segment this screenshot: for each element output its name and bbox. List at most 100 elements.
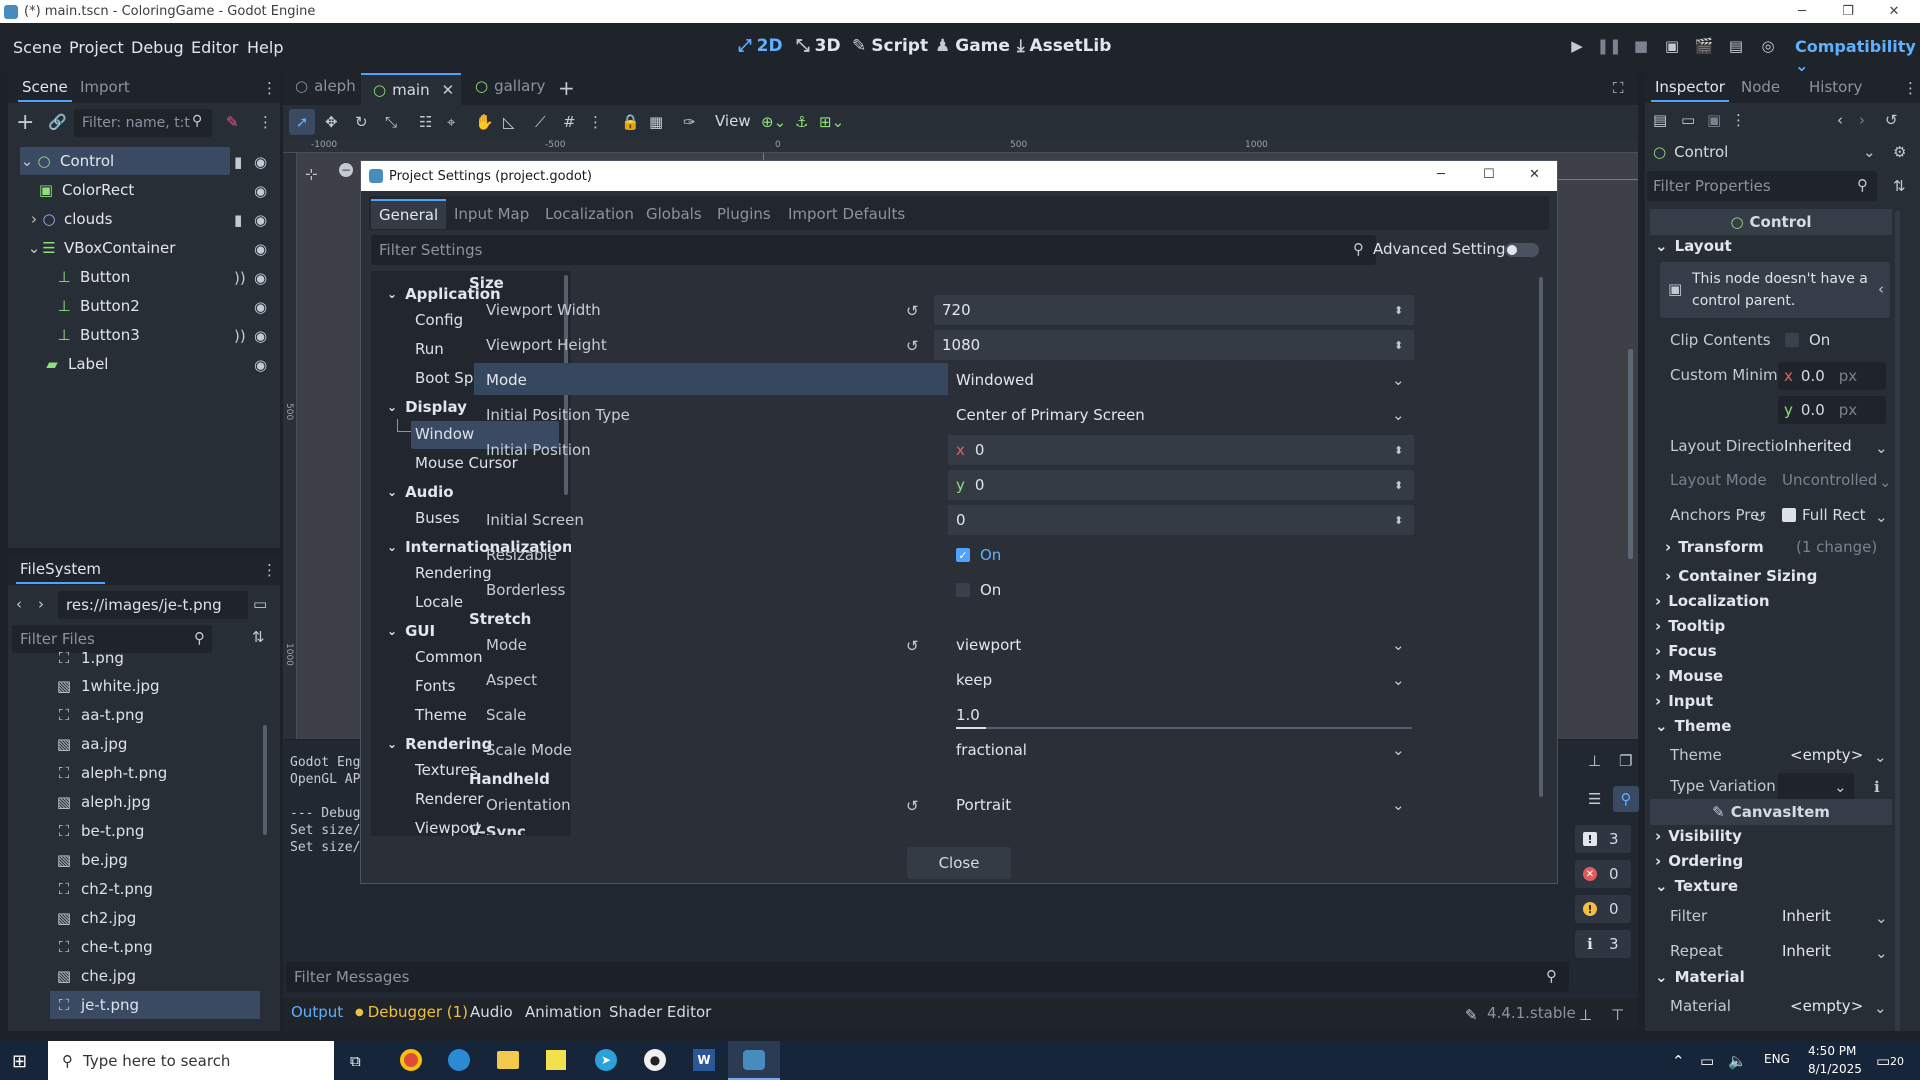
group-visibility[interactable]: › Visibility [1655,827,1742,845]
filter-messages-input[interactable]: Filter Messages ⚲ [286,962,1569,992]
add-node-icon[interactable]: + [16,110,34,135]
group-input[interactable]: › Input [1655,692,1713,710]
workspace-2d[interactable]: ⤢ 2D [738,36,783,56]
tree-row-button2[interactable]: ⊥ Button2 [56,292,236,320]
github-icon[interactable]: ● [644,1049,666,1071]
link-icon[interactable]: 🔗 [48,113,67,131]
open-resource-icon[interactable]: ▭ [1681,111,1695,129]
category-item[interactable]: Config [415,311,463,329]
scrollbar[interactable] [263,725,267,835]
distraction-free-icon[interactable]: ⛶ [1613,79,1624,97]
object-props-icon[interactable]: ⚙ [1893,143,1906,161]
back-icon[interactable]: ‹ [16,595,22,613]
filter-log-messages[interactable]: ℹ3 [1575,930,1631,958]
chevron-left-icon[interactable]: ‹ [1878,280,1884,298]
history-icon[interactable]: ↺ [1885,111,1898,129]
initial-screen-field[interactable]: 0 ⬍ [948,505,1414,535]
task-view-icon[interactable]: ⧉ [350,1052,361,1070]
orientation-select[interactable]: Portrait ⌄ [948,790,1414,820]
layout-mode-select[interactable]: Uncontrolled [1782,471,1877,489]
more-icon[interactable]: ⋮ [262,79,277,97]
category-display[interactable]: ⌄ Display [387,398,467,416]
anchor-icon[interactable]: ⚓ [795,113,808,131]
add-tab-icon[interactable]: + [558,76,575,100]
tab-scene[interactable]: Scene [18,78,72,102]
back-icon[interactable]: ‹ [1837,111,1843,129]
group-localization[interactable]: › Localization [1655,592,1770,610]
visibility-eye-icon[interactable]: ◉ [254,269,267,287]
custom-min-y-field[interactable]: y 0.0 px [1778,396,1886,424]
menu-editor[interactable]: Editor [191,38,238,57]
copy-icon[interactable]: ❐ [1619,752,1632,770]
category-item[interactable]: Theme [415,706,467,724]
play-custom-icon[interactable]: ▤ [1727,37,1745,55]
close-window-icon[interactable]: ✕ [1882,3,1906,19]
filter-files-input[interactable]: Filter Files ⚲ [12,625,212,653]
search-toggle-icon[interactable]: ⚲ [1613,786,1639,812]
notification-icon[interactable]: ▭ [1876,1052,1890,1070]
group-container-sizing[interactable]: › Container Sizing [1665,567,1817,585]
pause-icon[interactable]: ❚❚ [1596,37,1621,55]
advanced-settings-toggle[interactable] [1505,243,1539,257]
more-icon[interactable]: ⋮ [1903,79,1918,97]
initial-position-y-field[interactable]: y 0 ⬍ [948,470,1414,500]
category-item[interactable]: Run [415,340,444,358]
maximize-icon[interactable]: ☐ [1483,167,1495,182]
signal-icon[interactable]: )) [234,269,246,287]
movie-maker-icon[interactable]: ◎ [1759,37,1777,55]
pin-icon[interactable]: ⊥ [1579,1006,1592,1024]
category-audio[interactable]: ⌄ Audio [387,483,454,501]
lock-icon[interactable]: 🔒 [621,113,640,131]
sort-icon[interactable]: ⇅ [252,628,265,646]
scene-tab-aleph[interactable]: ○ aleph [295,77,356,95]
zoom-out-icon[interactable]: − [339,163,353,177]
file-item[interactable]: ▧ be.jpg [55,846,128,874]
remote-debug-icon[interactable]: ▣ [1663,37,1681,55]
scene-tab-gallary[interactable]: ○ gallary [475,77,545,95]
word-icon[interactable]: W [693,1049,715,1071]
script-icon[interactable]: ▮ [234,153,242,171]
language-indicator[interactable]: ENG [1764,1052,1790,1066]
menu-project[interactable]: Project [69,38,124,57]
mode-select[interactable]: Windowed ⌄ [948,365,1414,395]
smart-snap-icon[interactable]: ⟋ [535,113,546,131]
custom-min-x-field[interactable]: x 0.0 px [1778,362,1886,390]
type-variation-select[interactable]: ⌄ [1778,773,1854,801]
minimize-icon[interactable]: ─ [1790,3,1814,19]
list-select-icon[interactable]: ☷ [419,113,432,131]
more-icon[interactable]: ⋮ [588,113,603,131]
container-icon[interactable]: ⊞⌄ [819,113,844,131]
file-item[interactable]: ▧ aa.jpg [55,730,127,758]
tree-row-colorrect[interactable]: ▣ ColorRect [38,176,238,204]
file-item[interactable]: ⛶ che-t.png [55,933,153,961]
tree-row-vboxcontainer[interactable]: ⌄ ☰ VBoxContainer [28,234,228,262]
path-field[interactable]: res://images/je-t.png [58,591,248,619]
filter-settings-input[interactable]: Filter Settings ⚲ [371,235,1376,265]
group-layout[interactable]: ⌄ Layout [1655,237,1732,255]
category-item[interactable]: Buses [415,509,460,527]
node-selector[interactable]: ○ Control ⌄ [1649,139,1879,165]
scene-tab-main[interactable]: ○ main ✕ [361,73,461,105]
play-icon[interactable]: ▶ [1568,37,1586,55]
tree-row-clouds[interactable]: › ○ clouds [28,205,228,233]
clock-date[interactable]: 8/1/2025 [1808,1062,1862,1076]
visibility-eye-icon[interactable]: ◉ [254,298,267,316]
close-button[interactable]: Close [907,847,1011,879]
zoom-icon[interactable]: ⊹ [305,165,318,183]
category-item[interactable]: Fonts [415,677,455,695]
revert-icon[interactable]: ↺ [906,302,919,320]
scrollbar[interactable] [1895,211,1900,1031]
dialog-tab-input-map[interactable]: Input Map [454,205,529,223]
pan-tool-icon[interactable]: ✋ [475,113,494,131]
tree-row-label[interactable]: ▰ Label [44,350,224,378]
aspect-select[interactable]: keep ⌄ [948,665,1414,695]
repeat-select[interactable]: Inherit [1782,942,1831,960]
collapse-icon[interactable]: ☰ [1588,790,1601,808]
select-tool-icon[interactable]: ➚ [289,109,315,135]
taskbar-search-input[interactable]: ⚲ Type here to search [48,1041,334,1080]
filter-options-icon[interactable]: ⇅ [1893,177,1906,195]
tab-inspector[interactable]: Inspector [1651,78,1729,102]
chrome-icon[interactable] [400,1049,422,1071]
group-tooltip[interactable]: › Tooltip [1655,617,1725,635]
dialog-tab-import-defaults[interactable]: Import Defaults [788,205,905,223]
